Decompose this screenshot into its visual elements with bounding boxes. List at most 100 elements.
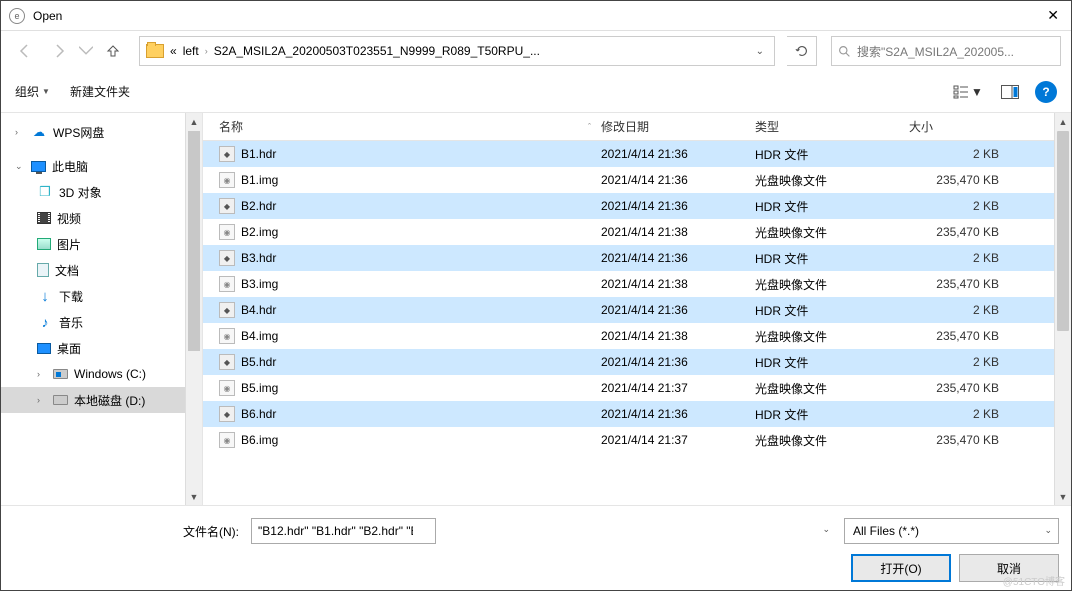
file-icon xyxy=(219,406,235,422)
file-type: HDR 文件 xyxy=(755,146,909,163)
file-size: 2 KB xyxy=(909,355,1019,369)
collapse-icon: ⌄ xyxy=(15,161,25,172)
preview-pane-button[interactable] xyxy=(993,79,1027,105)
search-icon xyxy=(838,45,851,58)
cancel-button[interactable]: 取消 xyxy=(959,554,1059,582)
expand-icon: › xyxy=(37,369,47,379)
file-date: 2021/4/14 21:36 xyxy=(601,147,755,161)
sidebar-item-drive-d[interactable]: ›本地磁盘 (D:) xyxy=(1,387,202,413)
file-size: 235,470 KB xyxy=(909,329,1019,343)
column-headers: 名称ˆ 修改日期 类型 大小 xyxy=(203,113,1071,141)
file-row[interactable]: B4.hdr2021/4/14 21:36HDR 文件2 KB xyxy=(203,297,1071,323)
search-placeholder: 搜索"S2A_MSIL2A_202005... xyxy=(857,43,1014,60)
folder-icon xyxy=(146,44,164,58)
file-icon xyxy=(219,380,235,396)
file-size: 2 KB xyxy=(909,147,1019,161)
file-row[interactable]: B2.img2021/4/14 21:38光盘映像文件235,470 KB xyxy=(203,219,1071,245)
address-dropdown[interactable]: ⌄ xyxy=(752,46,768,57)
scroll-thumb[interactable] xyxy=(1057,131,1069,331)
file-row[interactable]: B3.hdr2021/4/14 21:36HDR 文件2 KB xyxy=(203,245,1071,271)
scroll-up-icon[interactable]: ▲ xyxy=(1055,113,1071,130)
file-type-filter[interactable]: All Files (*.*) ⌄ xyxy=(844,518,1059,544)
refresh-button[interactable] xyxy=(787,36,817,66)
breadcrumb-seg-left[interactable]: left xyxy=(183,44,199,58)
search-input[interactable]: 搜索"S2A_MSIL2A_202005... xyxy=(831,36,1061,66)
file-icon xyxy=(219,250,235,266)
file-type: 光盘映像文件 xyxy=(755,276,909,293)
file-scrollbar[interactable]: ▲ ▼ xyxy=(1054,113,1071,505)
picture-icon xyxy=(37,238,51,250)
sidebar-scrollbar[interactable]: ▲ ▼ xyxy=(185,113,202,505)
scroll-down-icon[interactable]: ▼ xyxy=(1055,488,1071,505)
close-button[interactable]: ✕ xyxy=(1043,7,1063,24)
up-button[interactable] xyxy=(99,37,127,65)
filename-input-wrap: ⌄ xyxy=(251,518,836,544)
chevron-down-icon[interactable]: ⌄ xyxy=(822,524,830,535)
file-icon xyxy=(219,172,235,188)
file-row[interactable]: B1.img2021/4/14 21:36光盘映像文件235,470 KB xyxy=(203,167,1071,193)
file-name: B2.img xyxy=(241,225,278,239)
sidebar-item-videos[interactable]: 视频 xyxy=(1,205,202,231)
view-mode-button[interactable]: ▼ xyxy=(951,79,985,105)
file-name: B4.img xyxy=(241,329,278,343)
file-icon xyxy=(219,276,235,292)
file-type: HDR 文件 xyxy=(755,406,909,423)
open-button[interactable]: 打开(O) xyxy=(851,554,951,582)
help-button[interactable]: ? xyxy=(1035,81,1057,103)
sidebar-item-drive-c[interactable]: ›Windows (C:) xyxy=(1,361,202,387)
file-row[interactable]: B5.hdr2021/4/14 21:36HDR 文件2 KB xyxy=(203,349,1071,375)
sidebar-item-3d[interactable]: ❒3D 对象 xyxy=(1,179,202,205)
file-date: 2021/4/14 21:38 xyxy=(601,225,755,239)
file-row[interactable]: B1.hdr 2021/4/14 21:36HDR 文件2 KB xyxy=(203,141,1071,167)
col-type[interactable]: 类型 xyxy=(755,118,909,135)
file-name: B1.hdr xyxy=(241,147,276,161)
file-row[interactable]: B6.img2021/4/14 21:37光盘映像文件235,470 KB xyxy=(203,427,1071,453)
cloud-icon: ☁ xyxy=(31,124,47,140)
new-folder-button[interactable]: 新建文件夹 xyxy=(70,83,130,100)
col-name[interactable]: 名称ˆ xyxy=(211,118,601,135)
toolbar: 组织▼ 新建文件夹 ▼ ? xyxy=(1,71,1071,113)
breadcrumb-seg-current[interactable]: S2A_MSIL2A_20200503T023551_N9999_R089_T5… xyxy=(214,44,540,58)
file-date: 2021/4/14 21:36 xyxy=(601,407,755,421)
file-type: 光盘映像文件 xyxy=(755,380,909,397)
sidebar-item-wps[interactable]: › ☁ WPS网盘 xyxy=(1,119,202,145)
organize-menu[interactable]: 组织▼ xyxy=(15,83,50,100)
drive-icon xyxy=(53,369,68,379)
file-row[interactable]: B2.hdr2021/4/14 21:36HDR 文件2 KB xyxy=(203,193,1071,219)
file-row[interactable]: B6.hdr2021/4/14 21:36HDR 文件2 KB xyxy=(203,401,1071,427)
file-date: 2021/4/14 21:37 xyxy=(601,381,755,395)
file-row[interactable]: B5.img2021/4/14 21:37光盘映像文件235,470 KB xyxy=(203,375,1071,401)
sidebar-item-music[interactable]: ♪音乐 xyxy=(1,309,202,335)
chevron-right-icon: › xyxy=(205,46,208,56)
scroll-up-icon[interactable]: ▲ xyxy=(186,113,202,130)
file-row[interactable]: B3.img2021/4/14 21:38光盘映像文件235,470 KB xyxy=(203,271,1071,297)
back-button[interactable] xyxy=(11,37,39,65)
file-name: B5.hdr xyxy=(241,355,276,369)
file-date: 2021/4/14 21:36 xyxy=(601,355,755,369)
sidebar-item-label: 此电脑 xyxy=(52,158,88,175)
document-icon xyxy=(37,263,49,277)
file-name: B6.img xyxy=(241,433,278,447)
filter-label: All Files (*.*) xyxy=(853,524,919,538)
sidebar-item-label: WPS网盘 xyxy=(53,124,104,141)
address-bar[interactable]: « left › S2A_MSIL2A_20200503T023551_N999… xyxy=(139,36,775,66)
sidebar-item-downloads[interactable]: ↓下载 xyxy=(1,283,202,309)
sidebar-item-pictures[interactable]: 图片 xyxy=(1,231,202,257)
file-name: B6.hdr xyxy=(241,407,276,421)
sidebar-item-this-pc[interactable]: ⌄ 此电脑 xyxy=(1,153,202,179)
scroll-down-icon[interactable]: ▼ xyxy=(186,488,202,505)
sidebar-item-documents[interactable]: 文档 xyxy=(1,257,202,283)
recent-dropdown[interactable] xyxy=(79,37,93,65)
forward-button[interactable] xyxy=(45,37,73,65)
filename-input[interactable] xyxy=(251,518,436,544)
window-title: Open xyxy=(33,9,1043,23)
file-icon xyxy=(219,146,235,162)
col-date[interactable]: 修改日期 xyxy=(601,118,755,135)
file-name: B4.hdr xyxy=(241,303,276,317)
file-date: 2021/4/14 21:36 xyxy=(601,251,755,265)
file-row[interactable]: B4.img2021/4/14 21:38光盘映像文件235,470 KB xyxy=(203,323,1071,349)
col-size[interactable]: 大小 xyxy=(909,118,1019,135)
scroll-thumb[interactable] xyxy=(188,131,200,351)
sidebar-item-desktop[interactable]: 桌面 xyxy=(1,335,202,361)
file-pane: 名称ˆ 修改日期 类型 大小 B1.hdr2021/4/14 21:36HDR … xyxy=(203,113,1071,505)
